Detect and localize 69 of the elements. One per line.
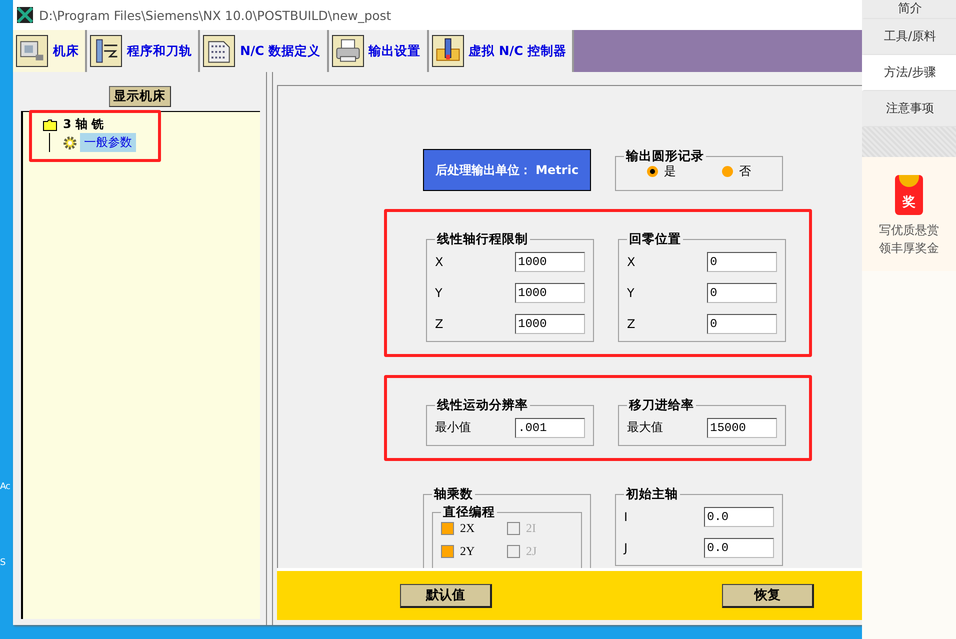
group-title: 直径编程 bbox=[442, 505, 496, 519]
field-label: 最小值 bbox=[435, 419, 471, 436]
gear-icon bbox=[62, 134, 78, 150]
prize-envelope-icon: 奖 bbox=[895, 175, 923, 215]
tab[interactable]: N/C 数据定义 bbox=[200, 30, 329, 72]
group-title: 回零位置 bbox=[628, 232, 682, 246]
footer-button[interactable]: 恢复 bbox=[722, 584, 814, 608]
input-field[interactable]: 0 bbox=[707, 282, 777, 302]
group-title: 初始主轴 bbox=[624, 487, 679, 501]
radio-label: 否 bbox=[739, 163, 751, 180]
promo-text: 领丰厚奖金 bbox=[879, 240, 939, 257]
footer-button[interactable]: 默认值 bbox=[400, 584, 492, 608]
checkbox-label: 2I bbox=[526, 521, 536, 536]
radio-button[interactable] bbox=[722, 166, 733, 177]
checkbox-label: 2X bbox=[460, 521, 475, 536]
tab[interactable]: 程序和刀轨 bbox=[87, 30, 200, 72]
desktop-icon-label: S bbox=[0, 558, 6, 568]
field-label: I bbox=[624, 510, 628, 524]
desktop-icon-label: Ac bbox=[0, 482, 11, 492]
group-title: 移刀进给率 bbox=[628, 398, 695, 412]
field-label: X bbox=[435, 254, 444, 268]
tab-icon bbox=[332, 35, 364, 67]
input-field[interactable]: 1000 bbox=[515, 314, 585, 334]
output-unit-label: 后处理输出单位： Metric bbox=[423, 149, 591, 191]
tab-icon bbox=[203, 35, 235, 67]
input-field[interactable]: 0 bbox=[707, 314, 777, 334]
group-title: 线性轴行程限制 bbox=[436, 232, 529, 246]
folder-icon bbox=[43, 118, 57, 130]
input-field[interactable]: 0 bbox=[707, 252, 777, 272]
window-title: D:\Program Files\Siemens\NX 10.0\POSTBUILD\new_post bbox=[39, 8, 392, 22]
checkbox[interactable] bbox=[441, 545, 454, 558]
checkbox-label: 2J bbox=[526, 544, 537, 559]
field-label: Z bbox=[435, 316, 444, 330]
show-machine-button[interactable]: 显示机床 bbox=[108, 86, 170, 107]
app-icon bbox=[17, 7, 33, 23]
group-title: 线性运动分辨率 bbox=[436, 398, 529, 412]
sidebar-item[interactable]: 注意事项 bbox=[862, 91, 956, 127]
tab-icon bbox=[90, 35, 122, 67]
radio-button[interactable] bbox=[647, 166, 658, 177]
input-field[interactable]: 15000 bbox=[707, 418, 777, 438]
field-label: 最大值 bbox=[627, 419, 663, 436]
tab-icon bbox=[16, 35, 48, 67]
promo-card[interactable]: 奖 写优质悬赏 领丰厚奖金 bbox=[862, 157, 956, 271]
checkbox[interactable] bbox=[441, 522, 454, 535]
tab[interactable]: 机床 bbox=[13, 30, 87, 72]
input-field[interactable]: .001 bbox=[515, 418, 585, 438]
tab[interactable]: 虚拟 N/C 控制器 bbox=[428, 30, 574, 72]
tab[interactable]: 输出设置 bbox=[328, 30, 429, 72]
sidebar-item[interactable]: 简介 bbox=[862, 0, 956, 19]
tab-icon bbox=[432, 35, 464, 67]
field-label: X bbox=[627, 254, 636, 268]
field-label: Y bbox=[435, 286, 442, 300]
radio-label: 是 bbox=[664, 163, 676, 180]
field-label: Y bbox=[627, 286, 634, 300]
sidebar-item[interactable]: 工具/原料 bbox=[862, 19, 956, 55]
group-title: 输出圆形记录 bbox=[624, 149, 705, 163]
field-label: J bbox=[624, 540, 628, 554]
tree-node[interactable]: 一般参数 bbox=[80, 133, 136, 152]
promo-text: 写优质悬赏 bbox=[879, 222, 939, 239]
field-label: Z bbox=[627, 316, 636, 330]
input-field[interactable]: 1000 bbox=[515, 282, 585, 302]
sidebar-item[interactable]: 方法/步骤 bbox=[862, 55, 956, 91]
input-field[interactable]: 0.0 bbox=[704, 538, 774, 558]
checkbox-label: 2Y bbox=[460, 544, 475, 559]
splitter-bar[interactable] bbox=[266, 72, 273, 625]
input-field[interactable]: 0.0 bbox=[704, 506, 774, 526]
group-title: 轴乘数 bbox=[432, 487, 474, 501]
input-field[interactable]: 1000 bbox=[515, 252, 585, 272]
tree-node[interactable]: 3 轴 铣 bbox=[63, 116, 104, 133]
